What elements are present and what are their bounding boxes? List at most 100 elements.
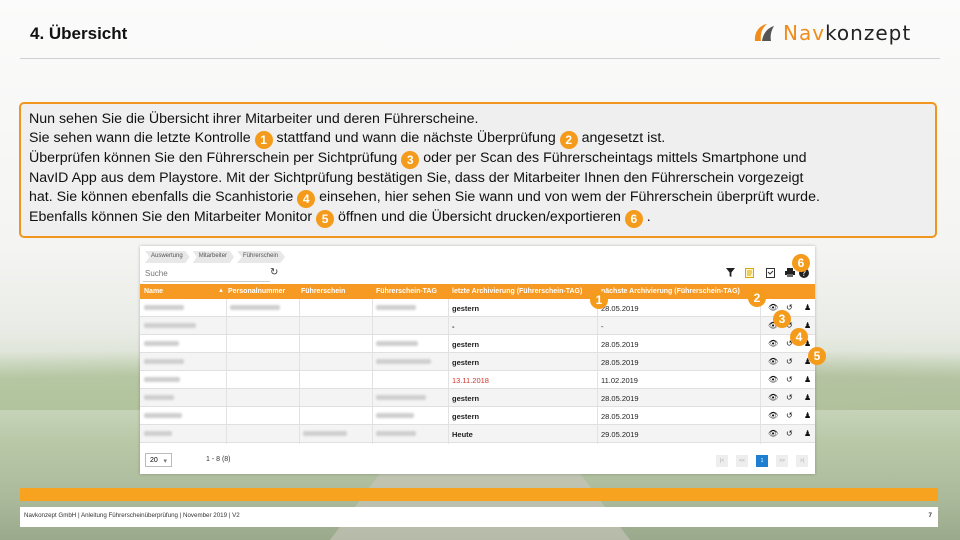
paragraph-line: hat. Sie können ebenfalls die Scanhistor…: [29, 188, 927, 209]
sort-ascending-icon[interactable]: ▲: [218, 288, 224, 294]
page-button-1[interactable]: 1: [756, 455, 768, 467]
inline-number-badge: 4: [297, 190, 316, 209]
cell-last-archive: Heute: [452, 430, 473, 439]
person-icon[interactable]: ♟: [804, 411, 811, 420]
cell-next-archive: 28.05.2019: [601, 358, 639, 367]
column-letzte-archivierung[interactable]: letzte Archivierung (Führerschein-TAG): [452, 288, 582, 295]
column-name[interactable]: Name: [144, 288, 163, 295]
column-divider: [372, 299, 373, 444]
history-icon[interactable]: ↺: [786, 393, 793, 402]
table-row[interactable]: Heute 29.05.2019 👁 ↺ ♟: [140, 425, 815, 443]
eye-icon[interactable]: 👁: [768, 429, 778, 438]
callout-marker-3: 3: [773, 310, 791, 328]
print-icon[interactable]: [785, 268, 795, 279]
person-icon[interactable]: ♟: [804, 393, 811, 402]
column-personalnummer[interactable]: Personalnummer: [228, 288, 285, 295]
inline-number-badge: 6: [624, 210, 643, 229]
breadcrumb-fuehrerschein[interactable]: Führerschein: [237, 251, 286, 263]
paragraph-text: Sie sehen wann die letzte Kontrolle: [29, 130, 255, 147]
redacted-cell: [144, 395, 174, 400]
page-info: 1 - 8 (8): [206, 456, 231, 463]
eye-icon[interactable]: 👁: [768, 375, 778, 384]
person-icon[interactable]: ♟: [804, 375, 811, 384]
pagination: 20 ▾ 1 - 8 (8) |< << 1 >> >|: [140, 450, 815, 470]
cell-last-archive: gestern: [452, 412, 480, 421]
footer-accent-bar: [20, 488, 938, 501]
redacted-cell: [230, 305, 280, 310]
table-row[interactable]: gestern 28.05.2019 👁 ↺ ♟: [140, 299, 815, 317]
column-fuehrerschein[interactable]: Führerschein: [301, 288, 345, 295]
eye-icon[interactable]: 👁: [768, 339, 778, 348]
inline-number-badge: 3: [401, 151, 420, 170]
breadcrumb-auswertung[interactable]: Auswertung: [145, 251, 190, 263]
page-size-value: 20: [150, 457, 158, 464]
filter-icon[interactable]: [726, 268, 735, 279]
table-row[interactable]: gestern 28.05.2019 👁 ↺ ♟: [140, 335, 815, 353]
history-icon[interactable]: ↺: [786, 357, 793, 366]
next-page-button[interactable]: >>: [776, 455, 788, 467]
redacted-cell: [376, 305, 416, 310]
first-page-button[interactable]: |<: [716, 455, 728, 467]
export-excel-icon[interactable]: [745, 268, 754, 280]
redacted-cell: [144, 305, 184, 310]
prev-page-button[interactable]: <<: [736, 455, 748, 467]
inline-number-badge: 2: [559, 131, 578, 150]
chevron-down-icon: ▾: [163, 458, 167, 465]
cell-next-archive: 29.05.2019: [601, 430, 639, 439]
table-row[interactable]: - - 👁 ↺ ♟: [140, 317, 815, 335]
redacted-cell: [376, 341, 418, 346]
paragraph-line: NavID App aus dem Playstore. Mit der Sic…: [29, 169, 927, 188]
last-page-button[interactable]: >|: [796, 455, 808, 467]
callout-marker-2: 2: [748, 289, 766, 307]
cell-next-archive: 28.05.2019: [601, 304, 639, 313]
refresh-icon[interactable]: ↻: [270, 267, 278, 278]
callout-marker-5: 5: [808, 347, 826, 365]
eye-icon[interactable]: 👁: [768, 411, 778, 420]
inline-number-badge: 5: [316, 210, 335, 229]
search-input[interactable]: [143, 267, 273, 280]
paragraph-text: NavID App aus dem Playstore. Mit der Sic…: [29, 170, 804, 187]
person-icon[interactable]: ♟: [804, 303, 811, 312]
footer-text: Navkonzept GmbH | Anleitung Führerschein…: [24, 512, 240, 519]
paragraph-line: Nun sehen Sie die Übersicht ihrer Mitarb…: [29, 110, 927, 129]
redacted-cell: [376, 359, 431, 364]
column-naechste-archivierung[interactable]: nächste Archivierung (Führerschein-TAG): [601, 288, 740, 295]
table-row[interactable]: gestern 28.05.2019 👁 ↺ ♟: [140, 389, 815, 407]
slide-title: 4. Übersicht: [30, 24, 128, 43]
cell-last-archive: 13.11.2018: [452, 376, 489, 385]
column-divider: [226, 299, 227, 444]
cell-next-archive: 11.02.2019: [601, 376, 638, 385]
history-icon[interactable]: ↺: [786, 375, 793, 384]
column-divider: [448, 299, 449, 444]
page-size-select[interactable]: 20 ▾: [145, 453, 172, 467]
table-row[interactable]: 13.11.2018 11.02.2019 👁 ↺ ♟: [140, 371, 815, 389]
eye-icon[interactable]: 👁: [768, 357, 778, 366]
column-divider: [299, 299, 300, 444]
slide-footer: Navkonzept GmbH | Anleitung Führerschein…: [20, 507, 938, 527]
redacted-cell: [144, 377, 180, 382]
page-number: 7: [928, 512, 932, 519]
paragraph-text: Überprüfen können Sie den Führerschein p…: [29, 150, 402, 167]
column-fuehrerschein-tag[interactable]: Führerschein-TAG: [376, 288, 437, 295]
callout-marker-6: 6: [792, 254, 810, 272]
cell-last-archive: gestern: [452, 304, 480, 313]
paragraph-text: öffnen und die Übersicht drucken/exporti…: [334, 209, 625, 226]
person-icon[interactable]: ♟: [804, 321, 811, 330]
table-row[interactable]: gestern 28.05.2019 👁 ↺ ♟: [140, 407, 815, 425]
navkonzept-logo: Navkonzept: [752, 21, 911, 45]
redacted-cell: [376, 395, 426, 400]
paragraph-text: einsehen, hier sehen Sie wann und von we…: [315, 189, 820, 206]
export-pdf-icon[interactable]: [766, 268, 775, 280]
redacted-cell: [144, 341, 179, 346]
history-icon[interactable]: ↺: [786, 411, 793, 420]
eye-icon[interactable]: 👁: [768, 393, 778, 402]
table-header: Name ▲ Personalnummer Führerschein Führe…: [140, 284, 815, 299]
history-icon[interactable]: ↺: [786, 429, 793, 438]
logo-nav-text: Nav: [783, 21, 826, 45]
person-icon[interactable]: ♟: [804, 429, 811, 438]
paragraph-line: Ebenfalls können Sie den Mitarbeiter Mon…: [29, 208, 927, 229]
redacted-cell: [144, 413, 182, 418]
breadcrumb-mitarbeiter[interactable]: Mitarbeiter: [192, 251, 235, 263]
table-row[interactable]: gestern 28.05.2019 👁 ↺ ♟: [140, 353, 815, 371]
paragraph-text: Ebenfalls können Sie den Mitarbeiter Mon…: [29, 209, 317, 226]
